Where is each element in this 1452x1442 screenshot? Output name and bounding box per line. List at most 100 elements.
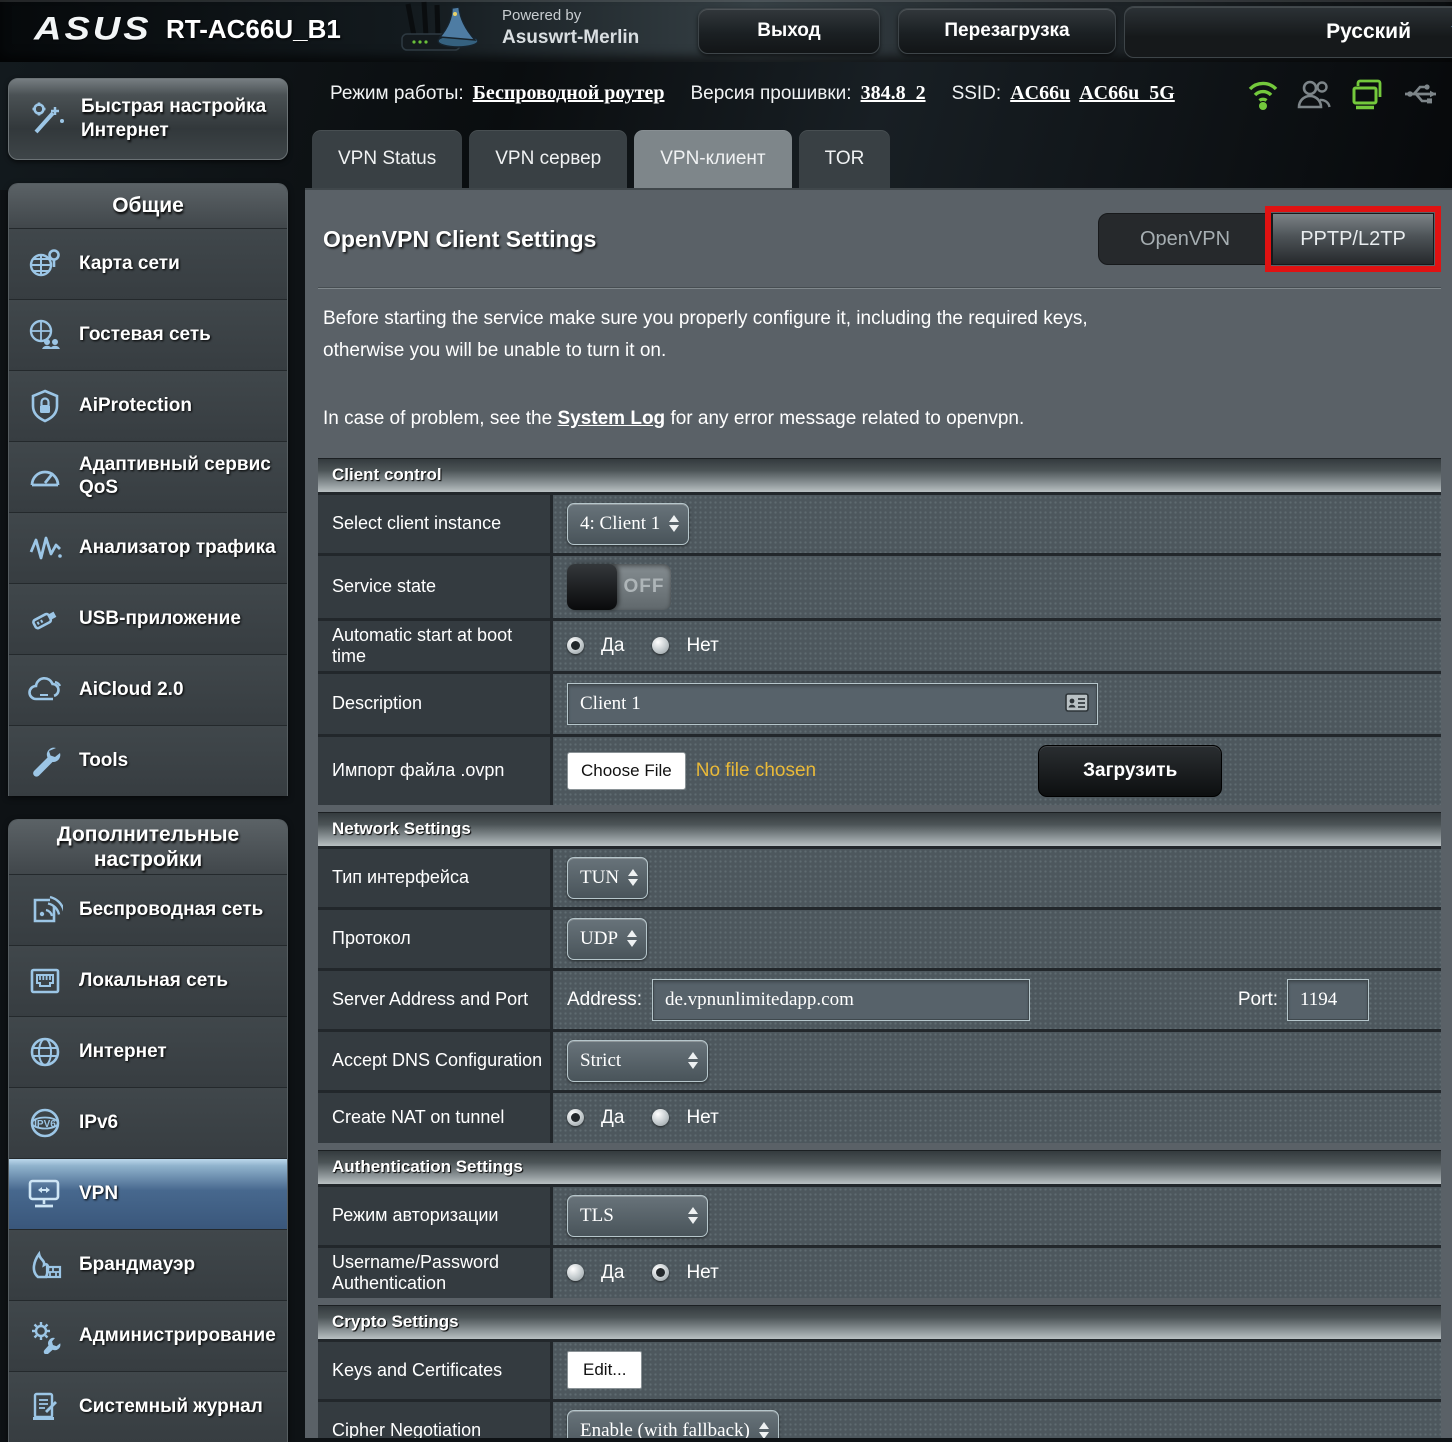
sidebar-item-label: AiCloud 2.0 <box>79 678 184 700</box>
nat-yes-radio[interactable] <box>567 1109 584 1127</box>
sidebar-item-ipv6[interactable]: IPV6 IPv6 <box>9 1087 287 1158</box>
select-arrows-icon <box>627 930 638 948</box>
address-label: Address: <box>567 988 642 1010</box>
upload-button[interactable]: Загрузить <box>1038 744 1223 797</box>
wifi-status-icon[interactable] <box>1246 76 1280 112</box>
sidebar-item-label: IPv6 <box>79 1111 119 1133</box>
language-selector[interactable]: Русский <box>1124 6 1452 58</box>
tools-icon <box>21 743 69 779</box>
vpn-tabs: VPN Status VPN сервер VPN-клиент TOR <box>312 130 891 188</box>
edit-keys-button[interactable]: Edit... <box>567 1351 643 1390</box>
guest-status-icon[interactable] <box>1296 76 1332 112</box>
qos-icon <box>21 459 69 495</box>
status-icons <box>1246 76 1442 112</box>
sidebar-item-guest-network[interactable]: Гостевая сеть <box>9 299 287 370</box>
system-log-link[interactable]: System Log <box>557 408 665 429</box>
table-row: Cipher Negotiation Enable (with fallback… <box>318 1398 1441 1438</box>
userpass-yes-radio[interactable] <box>567 1264 584 1282</box>
row-label: Server Address and Port <box>318 970 550 1029</box>
dns-config-select[interactable]: Strict <box>567 1039 708 1082</box>
router-model: RT-AC66U_B1 <box>166 14 341 44</box>
sidebar-item-tools[interactable]: Tools <box>9 725 287 796</box>
tab-tor[interactable]: TOR <box>798 130 891 188</box>
section-header: Network Settings <box>318 811 1441 846</box>
sidebar-item-lan[interactable]: Локальная сеть <box>9 945 287 1016</box>
ssid-2g-link[interactable]: AC66u <box>1010 82 1070 105</box>
auth-mode-select[interactable]: TLS <box>567 1194 708 1237</box>
sidebar-item-label: Локальная сеть <box>79 969 229 991</box>
clients-status-icon[interactable] <box>1348 76 1386 112</box>
userpass-no-radio[interactable] <box>652 1264 670 1282</box>
radio-label: Нет <box>686 1106 719 1128</box>
sidebar-item-usb-application[interactable]: USB-приложение <box>9 583 287 654</box>
nat-no-radio[interactable] <box>652 1109 670 1127</box>
client-instance-select[interactable]: 4: Client 1 <box>567 502 690 545</box>
interface-type-select[interactable]: TUN <box>567 856 649 899</box>
ssid-label: SSID: <box>951 83 1002 104</box>
row-label: Keys and Certificates <box>318 1341 550 1399</box>
select-value: UDP <box>580 927 619 949</box>
ssid-5g-link[interactable]: AC66u_5G <box>1079 82 1175 105</box>
sidebar-item-label: Гостевая сеть <box>79 323 211 345</box>
sidebar-item-aicloud[interactable]: AiCloud 2.0 <box>9 654 287 725</box>
server-port-input[interactable] <box>1287 978 1369 1021</box>
row-label: Service state <box>318 555 550 618</box>
tab-vpn-status[interactable]: VPN Status <box>312 130 463 188</box>
cipher-negotiation-select[interactable]: Enable (with fallback) <box>567 1409 779 1438</box>
sidebar-group-general: Общие Карта сети Гостевая сеть AiProtect… <box>8 183 288 796</box>
divider <box>318 287 1441 289</box>
server-address-input[interactable] <box>651 978 1030 1021</box>
group-title: Дополнительные настройки <box>9 820 287 874</box>
row-label: Accept DNS Configuration <box>318 1031 550 1090</box>
sidebar-item-label: Администри­рование <box>79 1324 276 1346</box>
autostart-no-radio[interactable] <box>652 637 670 655</box>
guest-network-icon <box>21 317 69 353</box>
protocol-select[interactable]: UDP <box>567 917 648 960</box>
autostart-yes-radio[interactable] <box>567 637 584 655</box>
sidebar-item-label: Системный журнал <box>79 1395 263 1417</box>
choose-file-button[interactable]: Choose File <box>567 751 686 790</box>
firmware-link[interactable]: 384.8_2 <box>861 82 926 105</box>
quick-setup-button[interactable]: Быстрая настройка Интернет <box>8 78 288 160</box>
mode-link[interactable]: Беспроводной роутер <box>473 82 665 105</box>
log-note-post: for any error message related to openvpn… <box>665 407 1025 429</box>
sidebar-item-vpn[interactable]: VPN <box>9 1158 287 1229</box>
sidebar-item-administration[interactable]: Администри­рование <box>9 1300 287 1371</box>
wireless-icon <box>21 892 69 928</box>
sidebar-item-wan[interactable]: Интернет <box>9 1016 287 1087</box>
mode-label: Режим работы: <box>330 83 464 104</box>
tab-vpn-client[interactable]: VPN-клиент <box>634 130 792 188</box>
openvpn-mode-button[interactable]: OpenVPN <box>1098 213 1272 265</box>
contact-card-icon[interactable] <box>1065 692 1089 713</box>
sidebar-item-label: AiProtection <box>79 394 192 416</box>
sidebar-item-network-map[interactable]: Карта сети <box>9 228 287 299</box>
sidebar-item-label: Интернет <box>79 1040 167 1062</box>
row-label: Description <box>318 673 550 734</box>
section-authentication: Authentication Settings Режим авторизаци… <box>318 1149 1441 1298</box>
pptp-l2tp-mode-button[interactable]: PPTP/L2TP <box>1265 206 1441 272</box>
table-row: Импорт файла .ovpn Choose File No file c… <box>318 733 1441 805</box>
sidebar-item-aiprotection[interactable]: AiProtection <box>9 370 287 441</box>
reboot-button[interactable]: Перезагрузка <box>898 8 1116 54</box>
sidebar-item-wireless[interactable]: Беспроводная сеть <box>9 874 287 945</box>
logout-button[interactable]: Выход <box>698 8 880 54</box>
toggle-label: OFF <box>623 575 665 597</box>
description-input[interactable] <box>567 682 1098 725</box>
row-label: Импорт файла .ovpn <box>318 736 550 805</box>
sidebar-item-qos[interactable]: Адаптивный сервис QoS <box>9 441 287 512</box>
service-state-toggle[interactable]: OFF <box>567 563 671 610</box>
sidebar-item-system-log[interactable]: Системный журнал <box>9 1371 287 1442</box>
table-row: Description <box>318 670 1441 734</box>
table-row: Select client instance 4: Client 1 <box>318 491 1441 553</box>
row-label: Cipher Negotiation <box>318 1401 550 1438</box>
lan-icon <box>21 963 69 999</box>
asus-logo: ASUS <box>34 11 152 47</box>
toggle-knob <box>567 563 617 610</box>
sidebar-item-traffic-analyzer[interactable]: Анализатор трафика <box>9 512 287 583</box>
sidebar-item-firewall[interactable]: Брандмауэр <box>9 1229 287 1300</box>
group-title: Общие <box>9 184 287 228</box>
tab-vpn-server[interactable]: VPN сервер <box>469 130 628 188</box>
port-label: Port: <box>1237 988 1278 1010</box>
row-label: Режим авторизации <box>318 1186 550 1245</box>
usb-status-icon[interactable] <box>1402 76 1442 112</box>
